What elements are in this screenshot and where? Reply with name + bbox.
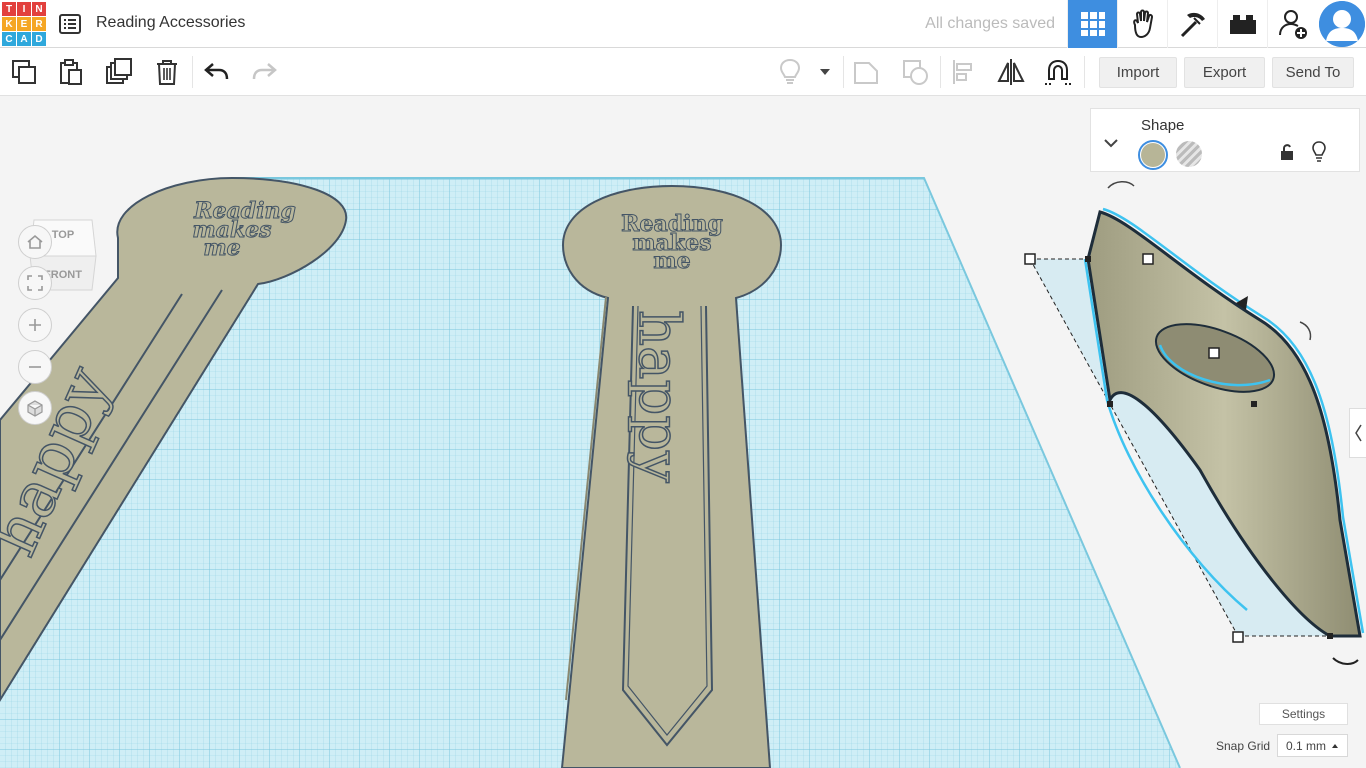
logo-letter: C xyxy=(2,32,16,46)
caret-up-icon xyxy=(1332,744,1338,748)
hole-button[interactable] xyxy=(1176,141,1202,167)
shape-inspector: Shape xyxy=(1090,108,1360,172)
grid-icon xyxy=(1080,12,1105,36)
paste-button[interactable] xyxy=(56,57,86,87)
3d-design-view-button[interactable] xyxy=(1067,0,1117,48)
logo-letter: K xyxy=(2,17,16,31)
export-button[interactable]: Export xyxy=(1184,57,1265,88)
chevron-left-icon xyxy=(1355,424,1362,442)
import-button[interactable]: Import xyxy=(1099,57,1177,88)
copy-button[interactable] xyxy=(9,57,39,87)
logo-letter: T xyxy=(2,2,16,16)
home-view-button[interactable] xyxy=(18,225,52,259)
bookmark-center[interactable]: Reading makes me happy xyxy=(560,184,783,768)
unlock-icon xyxy=(1281,144,1293,160)
pickaxe-icon xyxy=(1180,12,1205,38)
top-bar: T I N K E R C A D Reading Accessories Al… xyxy=(0,0,1366,48)
group-icon xyxy=(854,62,878,84)
mirror-icon xyxy=(997,59,1025,85)
bulb-icon xyxy=(779,58,801,84)
delete-button[interactable] xyxy=(152,57,182,87)
hand-icon xyxy=(1132,9,1153,39)
redo-icon xyxy=(252,63,277,80)
ungroup-button[interactable] xyxy=(900,57,930,87)
bulb-icon xyxy=(1312,141,1326,162)
snap-grid-label: Snap Grid xyxy=(1216,739,1271,753)
codeblocks-button[interactable] xyxy=(1117,0,1167,48)
zoom-in-button[interactable] xyxy=(18,308,52,342)
user-avatar[interactable] xyxy=(1319,1,1365,47)
mirror-button[interactable] xyxy=(996,57,1026,87)
rotate-arrow-icon xyxy=(1107,181,1135,189)
collapse-panel-button[interactable] xyxy=(1103,135,1119,153)
solid-color-icon xyxy=(1141,143,1165,167)
settings-button[interactable]: Settings xyxy=(1259,703,1348,725)
lock-button[interactable] xyxy=(1279,143,1295,166)
home-icon xyxy=(27,234,43,249)
logo-letter: A xyxy=(17,32,31,46)
minus-icon xyxy=(29,366,41,368)
bricks-view-button[interactable] xyxy=(1217,0,1267,48)
brick-icon xyxy=(1229,15,1256,34)
3d-scene[interactable]: Reading makes me happy Reading makes me … xyxy=(0,96,1366,768)
tinkercad-logo[interactable]: T I N K E R C A D xyxy=(2,2,46,46)
fit-icon xyxy=(27,275,43,291)
magnet-icon xyxy=(1045,59,1071,85)
zoom-out-button[interactable] xyxy=(18,350,52,384)
toggle-shapes-panel-button[interactable] xyxy=(1349,408,1366,458)
logo-letter: N xyxy=(32,2,46,16)
logo-letter: R xyxy=(32,17,46,31)
cruise-button[interactable] xyxy=(1043,57,1073,87)
fit-view-button[interactable] xyxy=(18,266,52,300)
rotate-arrow-icon xyxy=(1299,321,1312,341)
group-button[interactable] xyxy=(851,57,881,87)
save-status: All changes saved xyxy=(925,15,1055,32)
plus-icon xyxy=(29,319,41,331)
snap-grid-value: 0.1 mm xyxy=(1286,738,1327,753)
bookmark-center-line3: me xyxy=(653,248,690,274)
undo-icon xyxy=(204,63,229,80)
design-list-icon[interactable] xyxy=(58,12,82,36)
trash-icon xyxy=(157,60,177,85)
workplane[interactable]: Reading makes me happy Reading makes me … xyxy=(0,96,1366,768)
ungroup-icon xyxy=(903,60,928,85)
copy-icon xyxy=(12,60,36,84)
send-to-button[interactable]: Send To xyxy=(1272,57,1354,88)
show-options-dropdown[interactable] xyxy=(812,57,838,87)
undo-button[interactable] xyxy=(202,57,232,87)
bookmark-left-line3: me xyxy=(203,235,240,261)
show-all-button[interactable] xyxy=(775,57,805,87)
align-icon xyxy=(953,60,972,84)
invite-people-button[interactable] xyxy=(1267,0,1317,48)
paste-icon xyxy=(60,59,82,85)
add-user-icon xyxy=(1278,10,1307,39)
bookmark-center-word: happy xyxy=(626,310,691,483)
solid-color-button[interactable] xyxy=(1138,140,1168,170)
design-title[interactable]: Reading Accessories xyxy=(96,14,245,32)
perspective-button[interactable] xyxy=(18,391,52,425)
snap-grid-select[interactable]: 0.1 mm xyxy=(1277,734,1348,757)
caret-down-icon xyxy=(820,69,830,75)
duplicate-button[interactable] xyxy=(104,57,134,87)
logo-letter: I xyxy=(17,2,31,16)
minecraft-view-button[interactable] xyxy=(1167,0,1217,48)
cube-icon xyxy=(27,400,43,417)
visibility-button[interactable] xyxy=(1311,141,1327,168)
shape-panel-title: Shape xyxy=(1141,117,1185,134)
rotate-arrow-icon xyxy=(1332,657,1359,665)
duplicate-icon xyxy=(106,58,132,84)
edit-toolbar: Import Export Send To xyxy=(0,48,1366,96)
chevron-down-icon xyxy=(1104,139,1118,148)
logo-letter: D xyxy=(32,32,46,46)
redo-button[interactable] xyxy=(249,57,279,87)
logo-letter: E xyxy=(17,17,31,31)
align-button[interactable] xyxy=(948,57,978,87)
